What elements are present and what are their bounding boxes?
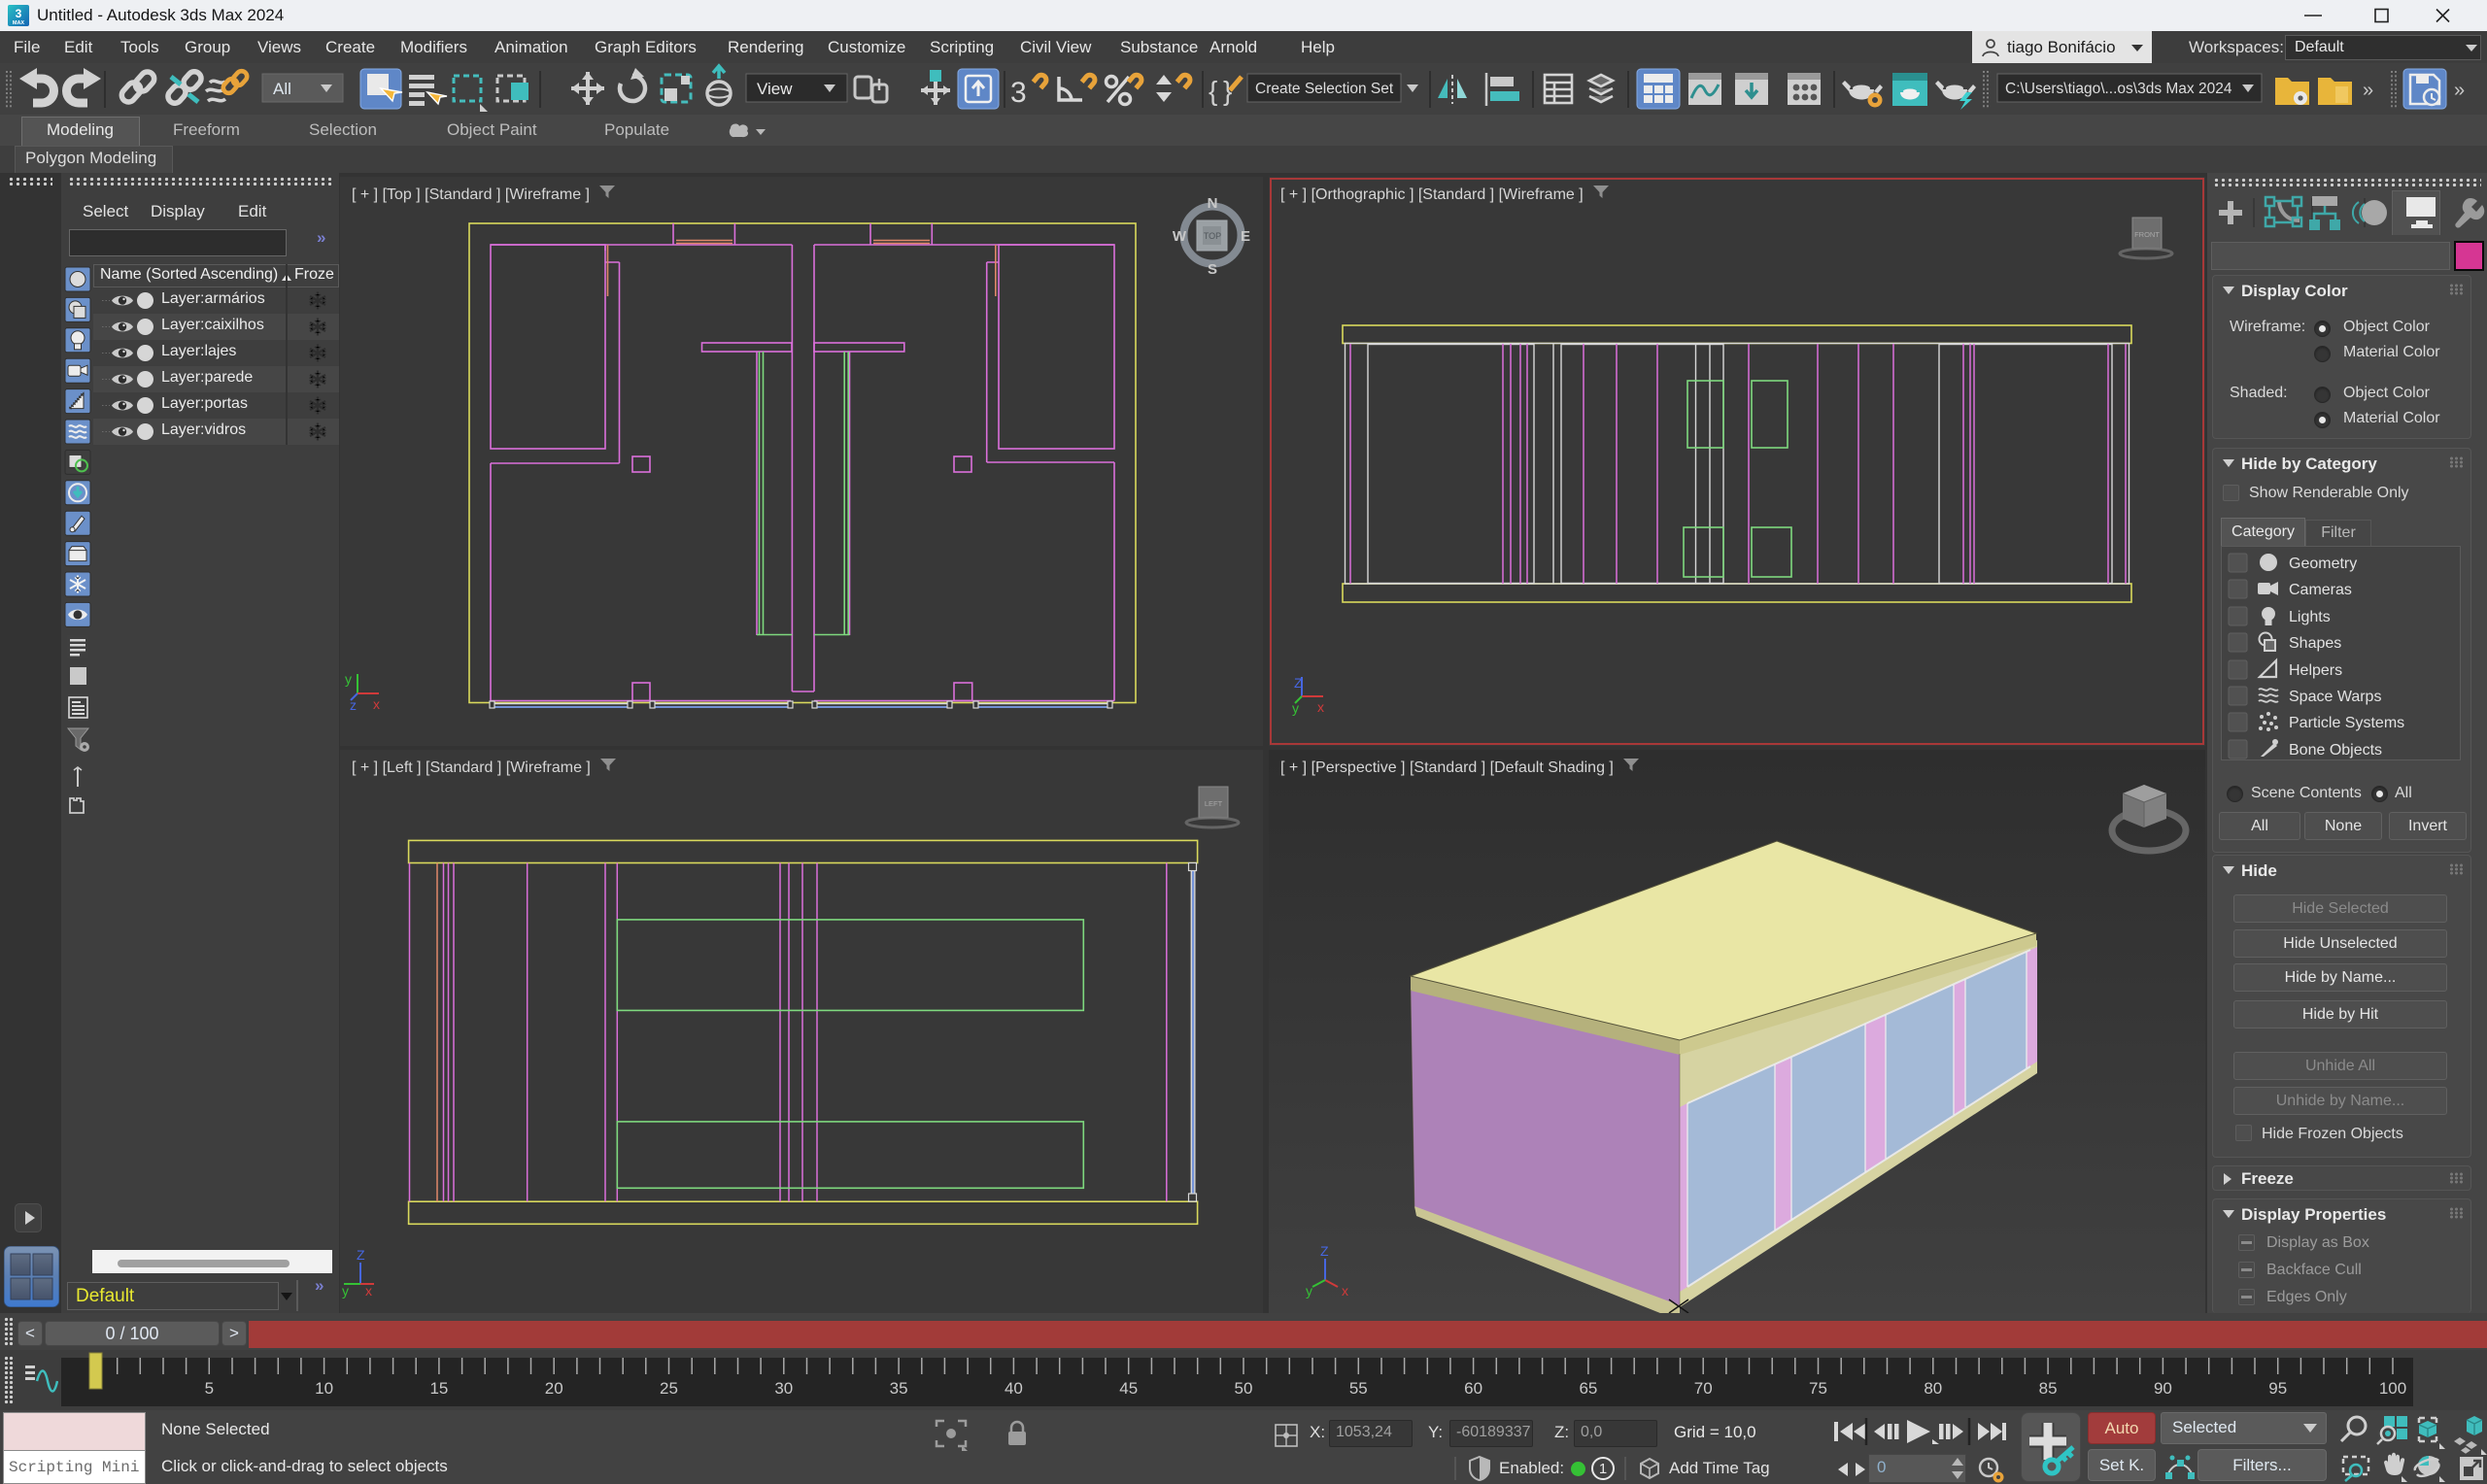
svg-text:W: W xyxy=(1173,228,1187,245)
svg-text:View: View xyxy=(757,80,793,98)
svg-text:Shapes: Shapes xyxy=(2289,635,2341,652)
svg-text:x: x xyxy=(1342,1283,1348,1298)
svg-text:75: 75 xyxy=(1809,1379,1827,1398)
svg-text:C:\Users\tiago\...os\3ds Max 2: C:\Users\tiago\...os\3ds Max 2024 xyxy=(2005,81,2232,97)
svg-text:MAX: MAX xyxy=(13,20,25,26)
svg-text:80: 80 xyxy=(1924,1379,1942,1398)
svg-text:85: 85 xyxy=(2039,1379,2058,1398)
svg-text:y: y xyxy=(342,1283,349,1298)
svg-text:20: 20 xyxy=(545,1379,563,1398)
svg-text:Z: Z xyxy=(1320,1243,1329,1259)
svg-text:90: 90 xyxy=(2154,1379,2172,1398)
svg-text:{ }: { } xyxy=(1209,76,1232,106)
svg-text:x: x xyxy=(365,1283,372,1298)
svg-text:Bone Objects: Bone Objects xyxy=(2289,742,2382,759)
svg-text:Create Selection Set: Create Selection Set xyxy=(1255,81,1394,97)
svg-text:5: 5 xyxy=(205,1379,214,1398)
svg-text:»: » xyxy=(2363,80,2373,101)
svg-text:35: 35 xyxy=(890,1379,908,1398)
svg-text:Helpers: Helpers xyxy=(2289,662,2342,679)
svg-text:z: z xyxy=(350,697,357,713)
svg-text:15: 15 xyxy=(429,1379,448,1398)
svg-text:E: E xyxy=(1241,228,1250,245)
svg-text:Particle Systems: Particle Systems xyxy=(2289,715,2404,731)
svg-text:TOP: TOP xyxy=(1204,231,1221,241)
svg-text:10: 10 xyxy=(315,1379,333,1398)
svg-text:40: 40 xyxy=(1005,1379,1023,1398)
svg-text:70: 70 xyxy=(1694,1379,1713,1398)
svg-text:25: 25 xyxy=(660,1379,678,1398)
svg-text:100: 100 xyxy=(2379,1379,2406,1398)
svg-text:Z: Z xyxy=(357,1247,365,1263)
svg-text:60: 60 xyxy=(1464,1379,1482,1398)
svg-text:45: 45 xyxy=(1119,1379,1138,1398)
svg-text:LEFT: LEFT xyxy=(1205,799,1223,808)
svg-text:55: 55 xyxy=(1349,1379,1368,1398)
svg-text:Space Warps: Space Warps xyxy=(2289,689,2381,705)
svg-text:30: 30 xyxy=(774,1379,793,1398)
svg-text:95: 95 xyxy=(2268,1379,2287,1398)
svg-text:S: S xyxy=(1208,261,1217,278)
svg-text:50: 50 xyxy=(1235,1379,1253,1398)
svg-text:Cameras: Cameras xyxy=(2289,582,2352,598)
svg-text:Lights: Lights xyxy=(2289,609,2331,625)
svg-text:y: y xyxy=(345,671,352,687)
svg-text:All: All xyxy=(273,80,291,98)
svg-text:x: x xyxy=(373,696,380,712)
svg-text:3: 3 xyxy=(16,7,22,20)
svg-text:»: » xyxy=(2454,80,2465,101)
svg-text:y: y xyxy=(1306,1283,1312,1298)
svg-text:65: 65 xyxy=(1579,1379,1597,1398)
svg-text:3: 3 xyxy=(1010,77,1027,109)
svg-text:N: N xyxy=(1208,195,1218,212)
svg-text:Geometry: Geometry xyxy=(2289,556,2357,572)
